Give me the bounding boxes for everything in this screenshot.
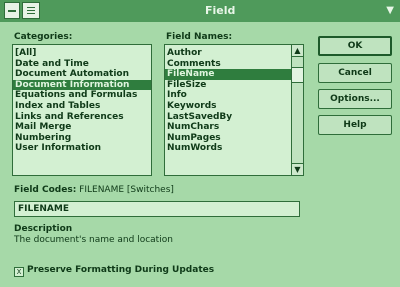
list-item[interactable]: NumChars bbox=[165, 122, 303, 133]
list-item[interactable]: FileName bbox=[165, 69, 303, 80]
field-names-label: Field Names: bbox=[166, 32, 233, 42]
list-item[interactable]: Document Automation bbox=[13, 69, 151, 80]
window-title: Field bbox=[205, 4, 236, 17]
cancel-button[interactable]: Cancel bbox=[318, 63, 392, 83]
field-names-listbox[interactable]: Author Comments FileName FileSize Info Keywor… bbox=[164, 44, 304, 176]
list-item[interactable]: NumWords bbox=[165, 143, 303, 154]
field-codes-syntax: FILENAME [Switches] bbox=[79, 185, 174, 195]
document-icon-line bbox=[27, 7, 35, 8]
corner-arrow-icon[interactable]: ▼ bbox=[386, 5, 394, 16]
preserve-formatting-checkbox[interactable]: X bbox=[14, 267, 24, 277]
scroll-down-icon[interactable]: ▼ bbox=[292, 163, 303, 175]
scroll-thumb[interactable] bbox=[292, 67, 303, 83]
field-names-scrollbar[interactable]: ▲ ▼ bbox=[291, 45, 303, 175]
list-item[interactable]: Keywords bbox=[165, 101, 303, 112]
document-icon-line bbox=[27, 13, 35, 14]
options-button[interactable]: Options... bbox=[318, 89, 392, 109]
list-item[interactable]: [All] bbox=[13, 48, 151, 59]
field-codes-label: Field Codes: bbox=[14, 185, 77, 195]
help-button[interactable]: Help bbox=[318, 115, 392, 135]
field-codes-input[interactable]: FILENAME bbox=[14, 201, 300, 217]
list-item[interactable]: NumPages bbox=[165, 133, 303, 144]
list-item[interactable]: Links and References bbox=[13, 112, 151, 123]
document-icon-line bbox=[27, 10, 35, 11]
list-item[interactable]: Index and Tables bbox=[13, 101, 151, 112]
title-bar: Field ▼ bbox=[0, 0, 400, 22]
list-item[interactable]: Date and Time bbox=[13, 59, 151, 70]
list-item[interactable]: Mail Merge bbox=[13, 122, 151, 133]
categories-label: Categories: bbox=[14, 32, 73, 42]
list-item[interactable]: LastSavedBy bbox=[165, 112, 303, 123]
preserve-formatting-label[interactable]: Preserve Formatting During Updates bbox=[27, 265, 214, 275]
field-dialog: Field ▼ Categories: Field Names: [All] Da… bbox=[0, 0, 400, 287]
list-item[interactable]: Comments bbox=[165, 59, 303, 70]
list-item[interactable]: Document Information bbox=[13, 79, 151, 91]
description-text: The document's name and location bbox=[14, 235, 173, 245]
ok-button[interactable]: OK bbox=[318, 36, 392, 56]
list-item[interactable]: User Information bbox=[13, 143, 151, 154]
list-item[interactable]: FileSize bbox=[165, 80, 303, 91]
scroll-up-icon[interactable]: ▲ bbox=[292, 45, 303, 57]
list-item[interactable]: Equations and Formulas bbox=[13, 90, 151, 101]
field-names-items: Author Comments FileName FileSize Info Keywor… bbox=[165, 48, 303, 154]
list-item[interactable]: Author bbox=[165, 48, 303, 59]
system-menu-icon[interactable] bbox=[4, 2, 20, 19]
categories-listbox[interactable]: [All] Date and Time Document Automation Doc… bbox=[12, 44, 152, 176]
field-codes-row: Field Codes: FILENAME [Switches] bbox=[14, 185, 174, 195]
description-heading: Description bbox=[14, 224, 73, 234]
list-item[interactable]: Numbering bbox=[13, 133, 151, 144]
document-icon[interactable] bbox=[22, 2, 40, 19]
list-item[interactable]: Info bbox=[165, 90, 303, 101]
description-area: Description The document's name and loca… bbox=[14, 224, 300, 254]
